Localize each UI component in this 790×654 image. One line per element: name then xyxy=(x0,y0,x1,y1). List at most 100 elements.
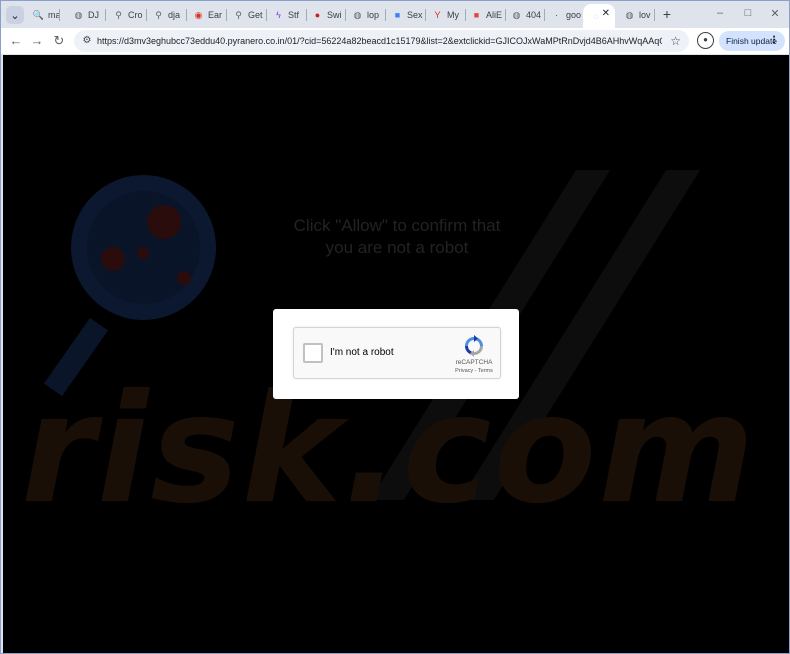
browser-window: ⌄ 🔍 ma ◍ DJ ⚲ Cro ⚲ dja ◉ Ear ⚲ Get ϟ Stf ● Swi ◍ lop ■ Sex… xyxy=(0,0,790,654)
tab-separator xyxy=(505,9,506,21)
kebab-menu-icon[interactable]: ⋮ xyxy=(769,34,779,48)
watermark-dot xyxy=(137,247,149,259)
tab-label: lop xyxy=(367,10,380,20)
globe-icon: ◍ xyxy=(625,9,634,20)
tab-label: dja xyxy=(168,10,181,20)
tab[interactable]: ■ Sex xyxy=(389,5,426,25)
back-button[interactable]: ← xyxy=(7,32,25,50)
tab[interactable]: ⚲ Get xyxy=(230,5,267,25)
tab-separator xyxy=(105,9,106,21)
tab-label: 404 xyxy=(526,10,542,20)
arrow-right-icon: → xyxy=(30,33,44,48)
blue-square-icon: ■ xyxy=(394,9,401,20)
recaptcha-links: Privacy - Terms xyxy=(447,368,501,374)
reload-icon: ↻ xyxy=(53,33,65,48)
tab-label: My xyxy=(447,10,459,20)
tab-separator xyxy=(385,9,386,21)
not-a-robot-checkbox[interactable] xyxy=(303,343,323,363)
site-settings-icon[interactable]: ⚙ xyxy=(79,33,95,49)
tab-label: DJ xyxy=(88,10,99,20)
page-headline: Click "Allow" to confirm that you are no… xyxy=(228,215,566,259)
tab-strip: ⌄ 🔍 ma ◍ DJ ⚲ Cro ⚲ dja ◉ Ear ⚲ Get ϟ Stf ● Swi ◍ lop ■ Sex… xyxy=(1,1,789,28)
globe-icon: ◍ xyxy=(74,9,83,20)
tab-separator xyxy=(425,9,426,21)
red-circle-icon: ◉ xyxy=(194,9,203,20)
tab-separator xyxy=(654,9,655,21)
tab-search-button[interactable]: ⌄ xyxy=(6,6,24,24)
tab-separator xyxy=(146,9,147,21)
purple-bolt-icon: ϟ xyxy=(276,9,281,20)
tab[interactable]: ◉ Ear xyxy=(190,5,227,25)
tab[interactable]: ⚲ Cro xyxy=(110,5,147,25)
privacy-link[interactable]: Privacy xyxy=(455,368,473,374)
tab-separator xyxy=(306,9,307,21)
tab-separator xyxy=(544,9,545,21)
reload-button[interactable]: ↻ xyxy=(50,32,68,50)
bookmark-star-icon[interactable]: ☆ xyxy=(670,33,681,49)
tab[interactable]: ● Swi xyxy=(309,5,346,25)
page-viewport: risk.com Click "Allow" to confirm that y… xyxy=(3,55,789,653)
tab[interactable]: ■ AliE xyxy=(468,5,506,25)
watermark-dot xyxy=(177,271,191,285)
captcha-label: I'm not a robot xyxy=(330,347,394,358)
tab-label: goo xyxy=(566,10,582,20)
tab[interactable]: Y My xyxy=(429,5,466,25)
address-bar[interactable]: ⚙ https://d3mv3eghubcc73eddu40.pyranero.… xyxy=(74,30,689,52)
tab-separator xyxy=(345,9,346,21)
tab[interactable]: 🔍 ma xyxy=(30,5,60,25)
headline-line-1: Click "Allow" to confirm that xyxy=(293,216,501,235)
profile-icon[interactable]: ● xyxy=(697,32,714,49)
red-square-icon: ■ xyxy=(473,9,480,20)
globe-icon: ◍ xyxy=(353,9,362,20)
recaptcha-brand: reCAPTCHA xyxy=(455,359,493,366)
watermark-dot xyxy=(101,247,125,271)
headline-line-2: you are not a robot xyxy=(325,238,469,257)
loading-icon: ◌ xyxy=(592,10,599,21)
finish-update-button[interactable]: Finish update ⋮ xyxy=(719,31,785,51)
minimize-button[interactable]: – xyxy=(713,7,727,19)
recaptcha-logo-icon xyxy=(465,335,483,357)
red-speech-icon: ● xyxy=(314,9,321,20)
watermark-dot xyxy=(147,205,181,239)
chevron-down-icon: ⌄ xyxy=(10,9,20,22)
tab-separator xyxy=(266,9,267,21)
tab-close-icon[interactable]: ✕ xyxy=(602,8,610,19)
search-favicon: 🔍 xyxy=(32,9,45,20)
tab[interactable]: ◍ 404 xyxy=(508,5,545,25)
link-icon: ⚲ xyxy=(115,9,122,20)
dot-icon: · xyxy=(555,9,558,20)
tab-label: Sex xyxy=(407,10,423,20)
link-icon: ⚲ xyxy=(235,9,242,20)
terms-link[interactable]: Terms xyxy=(478,368,493,374)
tab[interactable]: ◍ lov xyxy=(621,5,655,25)
tab-separator xyxy=(186,9,187,21)
globe-icon: ◍ xyxy=(512,9,521,20)
url-text[interactable]: https://d3mv3eghubcc73eddu40.pyranero.co… xyxy=(97,34,662,48)
tab[interactable]: ◍ DJ xyxy=(70,5,106,25)
tab-label: Ear xyxy=(208,10,223,20)
tab-label: Get xyxy=(248,10,263,20)
tab-separator xyxy=(465,9,466,21)
new-tab-button[interactable]: + xyxy=(660,6,674,22)
tab[interactable]: ⚲ dja xyxy=(150,5,187,25)
tab[interactable]: ◌ ✕ xyxy=(583,4,615,28)
forward-button[interactable]: → xyxy=(28,32,46,50)
recaptcha-widget: I'm not a robot reCAPTCHA Privacy - Term… xyxy=(293,327,501,379)
tab-label: AliE xyxy=(486,10,503,20)
red-y-icon: Y xyxy=(434,9,441,20)
maximize-button[interactable]: □ xyxy=(741,7,755,19)
captcha-card: I'm not a robot reCAPTCHA Privacy - Term… xyxy=(273,309,519,399)
tab[interactable]: ϟ Stf xyxy=(270,5,307,25)
link-icon: ⚲ xyxy=(155,9,162,20)
tab-label: lov xyxy=(639,10,651,20)
tab-label: Cro xyxy=(128,10,143,20)
window-close-button[interactable]: ✕ xyxy=(768,7,782,20)
tab[interactable]: · goo xyxy=(548,5,585,25)
arrow-left-icon: ← xyxy=(9,33,23,48)
tab-label: Swi xyxy=(327,10,342,20)
toolbar: ← → ↻ ⚙ https://d3mv3eghubcc73eddu40.pyr… xyxy=(1,28,789,54)
tab-separator xyxy=(226,9,227,21)
watermark-magnifier-icon xyxy=(71,175,216,320)
tab[interactable]: ◍ lop xyxy=(349,5,386,25)
tab-label: Stf xyxy=(288,10,300,20)
